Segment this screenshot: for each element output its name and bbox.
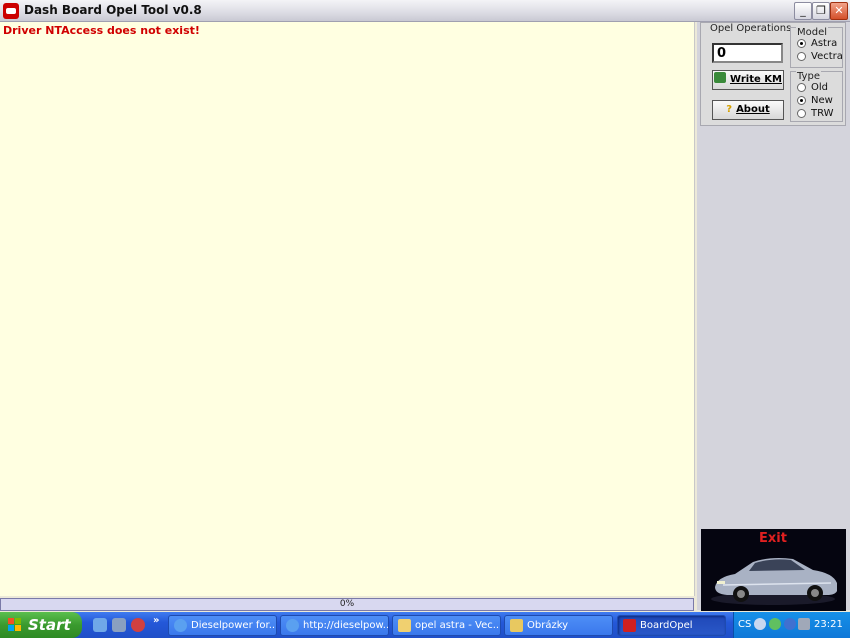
error-message: Driver NTAccess does not exist! [3, 24, 200, 37]
close-button[interactable]: ✕ [830, 2, 848, 20]
task-dieselpower[interactable]: Dieselpower for... [168, 615, 277, 636]
write-km-label: Write KM [730, 74, 782, 85]
clock[interactable]: 23:21 [814, 619, 843, 630]
quicklaunch-more-icon[interactable]: » [153, 615, 159, 626]
model-group: Model Astra Vectra [790, 27, 843, 68]
log-area[interactable]: Driver NTAccess does not exist! [0, 22, 695, 596]
restore-button[interactable]: ❐ [812, 2, 830, 20]
operations-panel: Opel Operations Write KM ?About Model As… [697, 22, 850, 611]
system-tray: CS 23:21 [733, 612, 850, 638]
quicklaunch-desktop-icon[interactable] [93, 618, 107, 632]
write-km-icon [714, 72, 727, 83]
about-button[interactable]: ? About [712, 100, 784, 120]
progress-text: 0% [339, 599, 355, 609]
opel-app-icon [623, 619, 636, 632]
opel-operations-group: Opel Operations Write KM ?About Model As… [700, 22, 846, 126]
type-group: Type Old New TRW [790, 71, 843, 122]
question-mark-icon: ? [726, 104, 733, 115]
type-label: Type [796, 71, 821, 82]
folder-pictures-icon [510, 619, 523, 632]
start-label: Start [28, 616, 71, 634]
write-km-button[interactable]: Write KM [712, 70, 784, 90]
task-obrazky-folder[interactable]: Obrázky [504, 615, 613, 636]
quicklaunch-explorer-icon[interactable] [112, 618, 126, 632]
progress-bar: 0% [0, 598, 694, 611]
about-label: About [736, 104, 770, 115]
radio-selected-icon [797, 39, 806, 48]
radio-icon [797, 109, 806, 118]
desktop: Dash Board Opel Tool v0.8 _ ❐ ✕ Driver N… [0, 0, 850, 638]
bluetooth-icon[interactable] [784, 618, 796, 630]
folder-icon [398, 619, 411, 632]
ie-icon [286, 619, 299, 632]
quicklaunch-app-icon[interactable] [131, 618, 145, 632]
tray-expand-icon[interactable] [754, 618, 766, 630]
task-dieselpower-url[interactable]: http://dieselpow... [280, 615, 389, 636]
taskbar: Start » Dieselpower for... http://diesel… [0, 612, 850, 638]
radio-icon [797, 83, 806, 92]
start-button[interactable]: Start [0, 612, 82, 638]
exit-label: Exit [759, 531, 787, 546]
language-indicator[interactable]: CS [738, 619, 751, 630]
opel-operations-label: Opel Operations [709, 23, 793, 34]
app-icon[interactable] [3, 3, 19, 19]
minimize-button[interactable]: _ [794, 2, 812, 20]
radio-icon [797, 52, 806, 61]
km-input[interactable] [712, 43, 783, 63]
window-title: Dash Board Opel Tool v0.8 [24, 3, 202, 17]
task-opel-astra-folder[interactable]: opel astra - Vec... [392, 615, 501, 636]
windows-logo-icon [8, 618, 23, 632]
monitor-icon[interactable] [798, 618, 810, 630]
network-icon[interactable] [769, 618, 781, 630]
exit-button[interactable]: Exit [701, 529, 846, 611]
model-label: Model [796, 27, 829, 38]
radio-selected-icon [797, 96, 806, 105]
task-boardopel[interactable]: BoardOpel [617, 615, 726, 636]
ie-icon [174, 619, 187, 632]
window-titlebar[interactable]: Dash Board Opel Tool v0.8 _ ❐ ✕ [0, 0, 850, 22]
